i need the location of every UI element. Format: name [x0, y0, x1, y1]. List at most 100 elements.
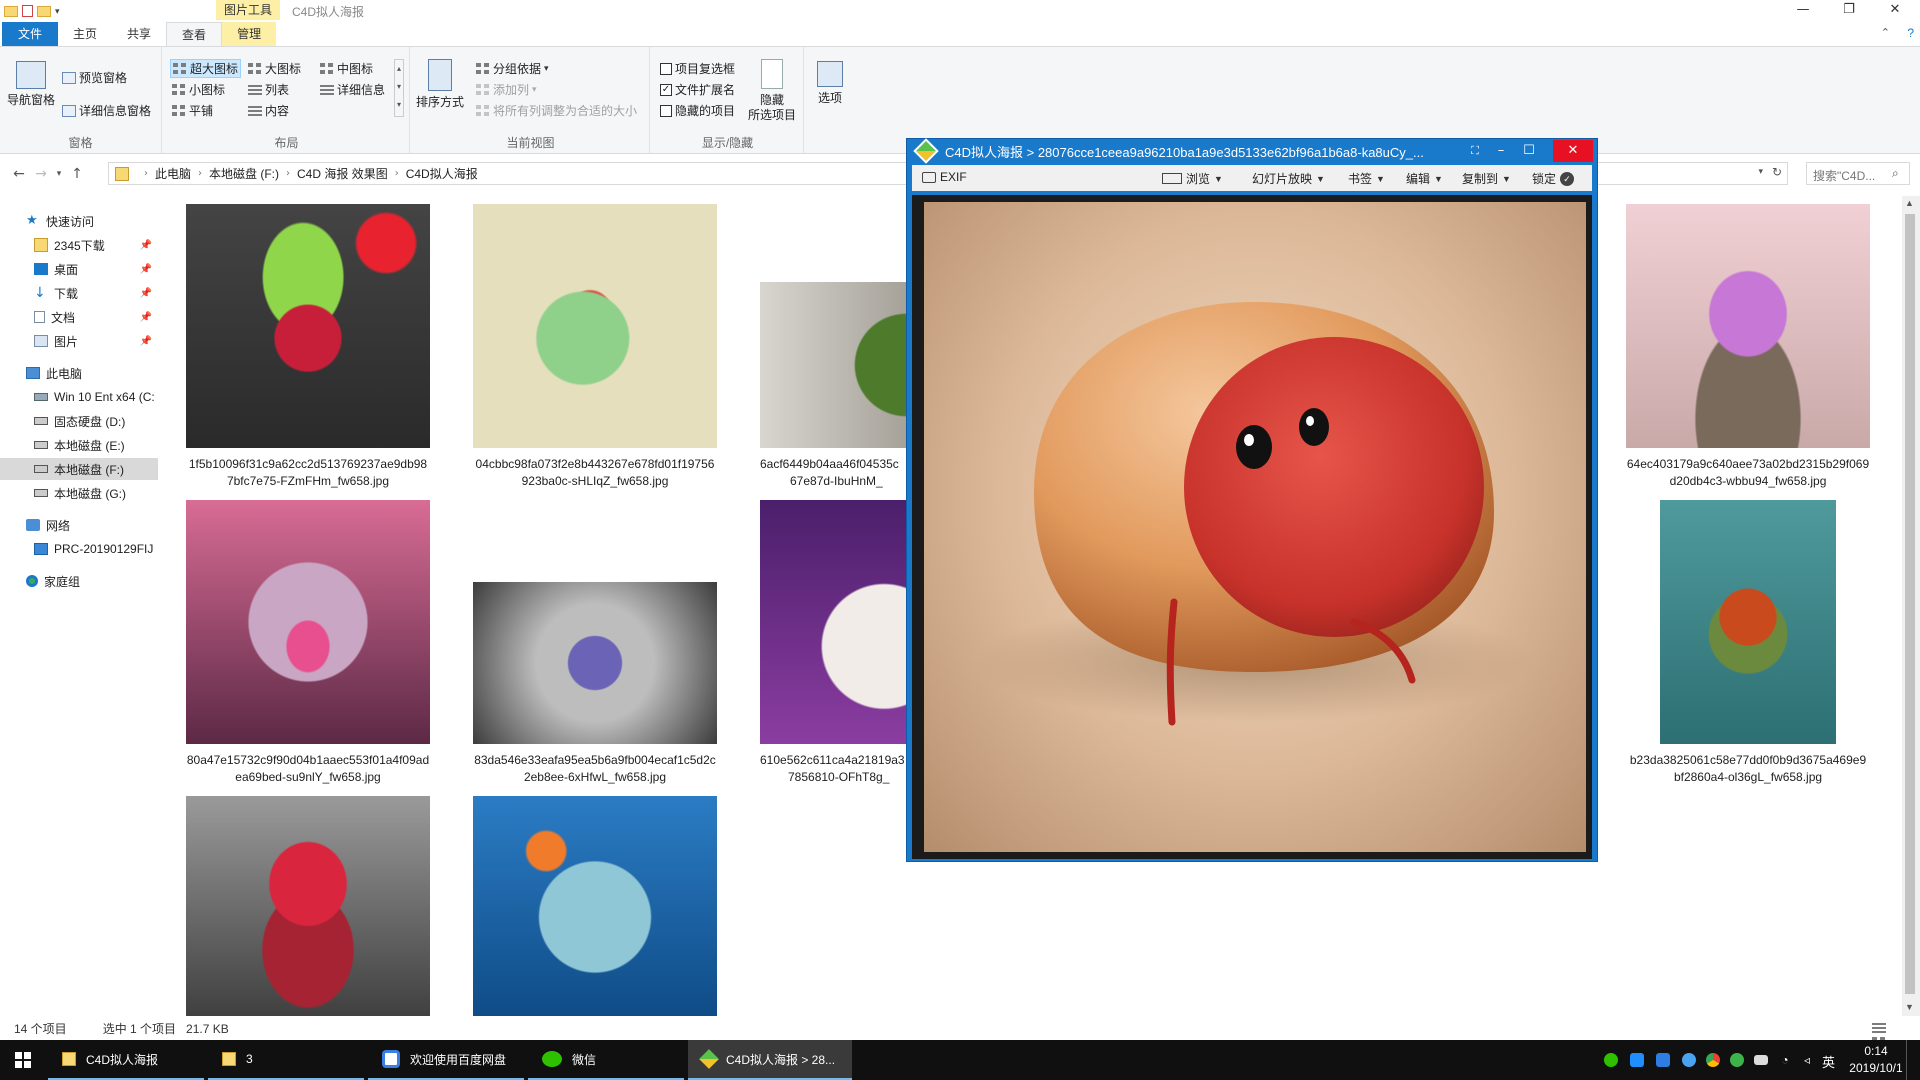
breadcrumb-c4d-poster-effects[interactable]: C4D 海报 效果图 — [297, 165, 388, 182]
battery-icon[interactable] — [1754, 1055, 1768, 1065]
layout-details[interactable]: 详细信息 — [320, 81, 385, 98]
refresh-icon[interactable]: ↻ — [1772, 165, 1782, 179]
nav-item-network[interactable]: 网络 — [0, 514, 158, 536]
nav-item-desktop[interactable]: 桌面 📌 — [0, 258, 158, 280]
up-arrow-icon[interactable]: ↑ — [66, 166, 88, 182]
nav-item-homegroup[interactable]: 家庭组 — [0, 570, 158, 592]
navigation-pane-button[interactable]: 导航窗格 — [6, 61, 56, 108]
taskbar-item-explorer-c4d[interactable]: C4D拟人海报 — [48, 1040, 204, 1080]
file-name[interactable]: 6acf6449b04aa46f04535c 67e87d-IbuHnM_ — [744, 456, 906, 490]
thumbnail-image[interactable] — [186, 500, 430, 744]
details-pane-button[interactable]: 详细信息窗格 — [62, 102, 151, 119]
layout-tiles[interactable]: 平铺 — [172, 102, 213, 119]
tab-home[interactable]: 主页 — [58, 22, 112, 46]
breadcrumb-current-folder[interactable]: C4D拟人海报 — [406, 165, 478, 182]
new-folder-icon[interactable] — [37, 5, 51, 17]
network-tray-icon[interactable]: ◔ — [1778, 1053, 1792, 1067]
layout-medium-icons[interactable]: 中图标 — [320, 60, 373, 77]
preview-pane-button[interactable]: 预览窗格 — [62, 69, 127, 86]
nav-item-2345-download[interactable]: 2345下载 📌 — [0, 234, 158, 256]
volume-icon[interactable]: ◃ — [1800, 1053, 1814, 1067]
collapse-ribbon-icon[interactable]: ⌃ — [1881, 26, 1890, 39]
file-name[interactable]: 1f5b10096f31c9a62cc2d513769237ae9db98 7bf… — [170, 456, 446, 490]
browse-menu[interactable]: 浏览 ▼ — [1162, 170, 1223, 187]
windows-start-icon[interactable] — [15, 1052, 31, 1068]
slideshow-menu[interactable]: 幻灯片放映 ▼ — [1252, 170, 1325, 187]
recent-locations-icon[interactable]: ▾ — [52, 169, 66, 179]
file-name[interactable]: 610e562c611ca4a21819a3 7856810-OFhT8g_ — [744, 752, 906, 786]
tab-share[interactable]: 共享 — [112, 22, 166, 46]
taskbar-item-explorer-3[interactable]: 3 — [208, 1040, 364, 1080]
nav-item-pictures[interactable]: 图片 📌 — [0, 330, 158, 352]
close-button[interactable]: ✕ — [1872, 0, 1918, 20]
taskbar-item-image-viewer[interactable]: C4D拟人海报 > 28... — [688, 1040, 852, 1080]
layout-large-icons[interactable]: 大图标 — [248, 60, 301, 77]
nav-item-network-pc[interactable]: PRC-20190129FIJ — [0, 538, 158, 560]
chevron-right-icon[interactable]: › — [286, 168, 290, 179]
hidden-items-toggle[interactable]: 隐藏的项目 — [660, 102, 735, 119]
scroll-up-icon[interactable]: ▲ — [1905, 198, 1914, 208]
show-desktop-button[interactable] — [1906, 1040, 1912, 1080]
search-icon[interactable]: ⌕ — [1892, 166, 1899, 181]
sort-by-button[interactable]: 排序方式 — [416, 59, 464, 110]
layout-extra-large-icons[interactable]: 超大图标 — [170, 59, 242, 78]
thumbnail-image[interactable] — [760, 282, 906, 448]
scroll-down-icon[interactable]: ▼ — [1905, 1002, 1914, 1012]
file-name[interactable]: 64ec403179a9c640aee73a02bd2315b29f069 d20… — [1610, 456, 1886, 490]
breadcrumb-this-pc[interactable]: 此电脑 — [155, 165, 191, 182]
layout-list[interactable]: 列表 — [248, 81, 289, 98]
address-dropdown-icon[interactable]: ▾ — [1758, 166, 1763, 177]
tray-app-icon[interactable] — [1682, 1053, 1696, 1067]
back-arrow-icon[interactable]: ← — [8, 166, 30, 182]
taskbar-item-baidu-netdisk[interactable]: 欢迎使用百度网盘 — [368, 1040, 524, 1080]
help-icon[interactable]: ? — [1907, 26, 1914, 40]
thumbnail-image[interactable] — [186, 204, 430, 448]
view-toggle-icons[interactable] — [1872, 1022, 1902, 1049]
wechat-tray-icon[interactable] — [1604, 1053, 1618, 1067]
tray-app-icon[interactable] — [1656, 1053, 1670, 1067]
tab-file[interactable]: 文件 — [2, 22, 59, 46]
thumbnail-image[interactable] — [760, 500, 906, 744]
ime-indicator[interactable]: 英 — [1822, 1052, 1835, 1071]
copy-to-menu[interactable]: 复制到 ▼ — [1462, 170, 1511, 187]
file-name[interactable]: 83da546e33eafa95ea5b6a9fb004ecaf1c5d2c 2e… — [457, 752, 733, 786]
nav-item-drive-g[interactable]: 本地磁盘 (G:) — [0, 482, 158, 504]
exif-button[interactable]: EXIF — [922, 170, 967, 184]
nav-item-documents[interactable]: 文档 📌 — [0, 306, 158, 328]
lock-toggle[interactable]: 锁定 ✓ — [1532, 170, 1575, 187]
tab-view[interactable]: 查看 — [166, 22, 223, 46]
nav-item-drive-f[interactable]: 本地磁盘 (F:) — [0, 458, 158, 480]
group-by-button[interactable]: 分组依据 ▾ — [476, 60, 549, 77]
file-extensions-toggle[interactable]: ✓ 文件扩展名 — [660, 81, 735, 98]
fit-columns-button[interactable]: 将所有列调整为合适的大小 — [476, 102, 637, 119]
tab-manage[interactable]: 管理 — [222, 22, 277, 46]
scrollbar-thumb[interactable] — [1905, 214, 1915, 994]
nav-item-quick-access[interactable]: ★ 快速访问 — [0, 210, 158, 232]
add-columns-button[interactable]: 添加列 ▾ — [476, 81, 537, 98]
nav-item-drive-e[interactable]: 本地磁盘 (E:) — [0, 434, 158, 456]
file-name[interactable]: 80a47e15732c9f90d04b1aaec553f01a4f09ad ea… — [170, 752, 446, 786]
layout-scroll-arrows[interactable]: ▴ ▾ ▾ — [394, 59, 404, 117]
nav-item-drive-c[interactable]: Win 10 Ent x64 (C: — [0, 386, 158, 408]
tray-app-icon[interactable] — [1630, 1053, 1644, 1067]
thumbnail-image[interactable] — [1660, 500, 1836, 744]
options-button[interactable]: 选项 — [810, 61, 850, 106]
chevron-right-icon[interactable]: › — [198, 168, 202, 179]
thumbnail-image[interactable] — [473, 582, 717, 744]
bookmark-menu[interactable]: 书签 ▼ — [1348, 170, 1385, 187]
thumbnail-image[interactable] — [473, 204, 717, 448]
forward-arrow-icon[interactable]: → — [30, 166, 52, 182]
nav-item-this-pc[interactable]: 此电脑 — [0, 362, 158, 384]
restore-button[interactable]: ❐ — [1826, 0, 1872, 20]
tray-app-icon[interactable] — [1730, 1053, 1744, 1067]
nav-item-drive-d[interactable]: 固态硬盘 (D:) — [0, 410, 158, 432]
thumbnail-image[interactable] — [473, 796, 717, 1016]
chrome-tray-icon[interactable] — [1706, 1053, 1720, 1067]
hide-selected-button[interactable]: 隐藏 所选项目 — [744, 59, 800, 123]
taskbar-item-wechat[interactable]: 微信 — [528, 1040, 684, 1080]
customize-qat-icon[interactable]: ▾ — [55, 6, 60, 17]
chevron-right-icon[interactable]: › — [395, 168, 399, 179]
clock[interactable]: 0:14 2019/10/1 — [1840, 1043, 1912, 1077]
nav-item-downloads[interactable]: ↓ 下载 📌 — [0, 282, 158, 304]
viewer-close-button[interactable]: ✕ — [1553, 140, 1593, 162]
